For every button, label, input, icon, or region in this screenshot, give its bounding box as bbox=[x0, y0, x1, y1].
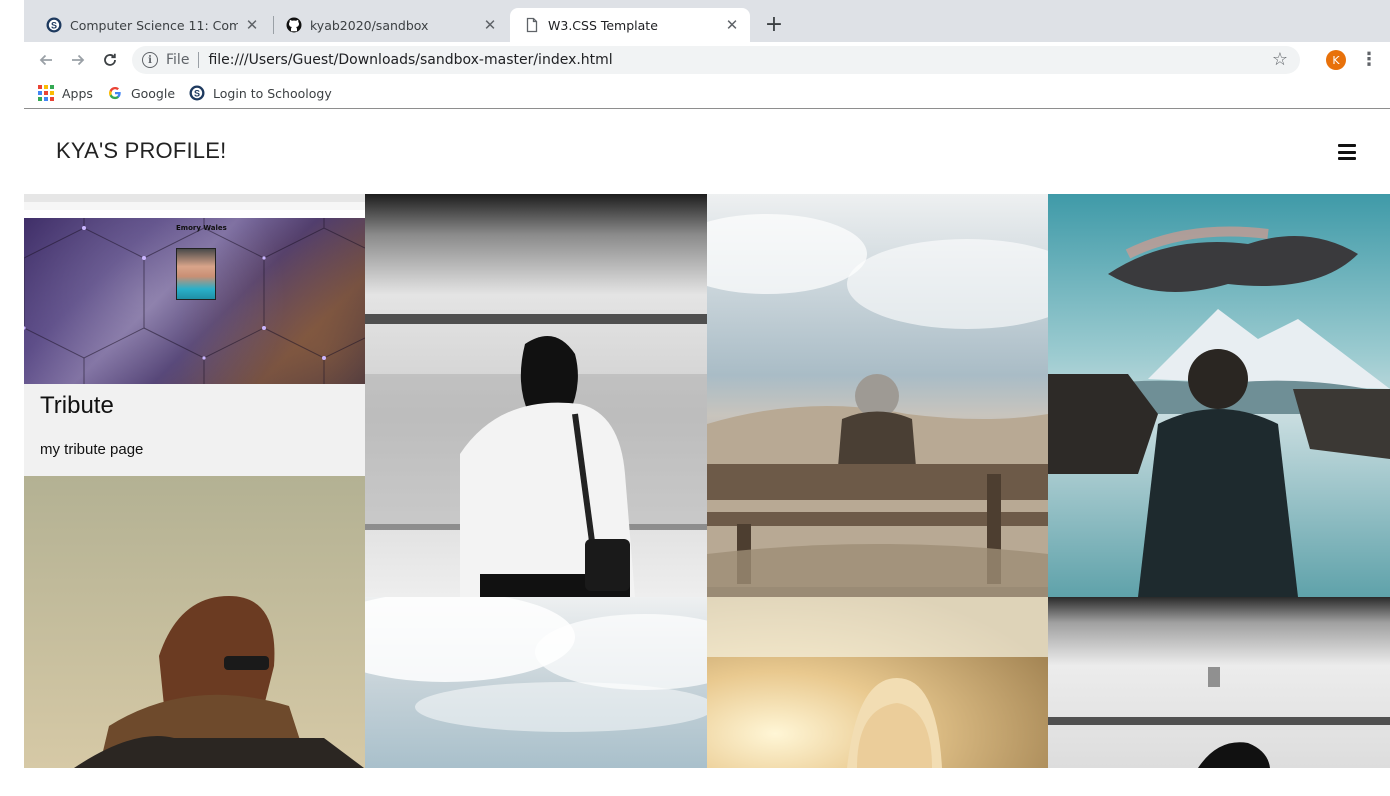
site-header: KYA'S PROFILE! bbox=[24, 109, 1390, 194]
back-button[interactable] bbox=[34, 48, 58, 72]
page-icon bbox=[524, 17, 540, 33]
schoology-icon: S bbox=[46, 17, 62, 33]
bookmarks-bar: Apps Google S Login to Schoology bbox=[24, 78, 1390, 109]
omnibox-divider bbox=[198, 52, 200, 68]
google-icon bbox=[107, 85, 123, 101]
bookmark-star-icon[interactable]: ☆ bbox=[1272, 49, 1288, 70]
profile-avatar[interactable]: K bbox=[1326, 50, 1346, 70]
close-icon[interactable]: ✕ bbox=[482, 16, 498, 34]
svg-text:S: S bbox=[194, 88, 200, 98]
info-icon[interactable]: i bbox=[142, 52, 158, 68]
close-icon[interactable]: ✕ bbox=[724, 16, 740, 34]
scheme-label: File bbox=[166, 52, 190, 68]
tab-github[interactable]: kyab2020/sandbox ✕ bbox=[272, 8, 508, 42]
tab-w3css-template[interactable]: W3.CSS Template ✕ bbox=[510, 8, 750, 42]
bookmark-label: Apps bbox=[62, 85, 93, 101]
reload-button[interactable] bbox=[98, 48, 122, 72]
apps-grid-icon bbox=[38, 85, 54, 101]
tab-title: kyab2020/sandbox bbox=[310, 17, 429, 33]
tab-strip: S Computer Science 11: Commun ✕ kyab2020… bbox=[24, 0, 1390, 42]
photo-woman-train-2[interactable] bbox=[1048, 597, 1390, 768]
tab-title: W3.CSS Template bbox=[548, 17, 658, 33]
site-title[interactable]: KYA'S PROFILE! bbox=[56, 138, 226, 164]
photo-man-scarf[interactable] bbox=[24, 476, 365, 768]
bookmark-label: Google bbox=[130, 85, 176, 101]
arrow-left-icon bbox=[39, 54, 52, 66]
new-tab-button[interactable]: + bbox=[762, 12, 786, 38]
svg-text:S: S bbox=[51, 20, 57, 30]
photo-woman-train[interactable] bbox=[365, 194, 707, 597]
reload-icon bbox=[104, 53, 116, 66]
schoology-icon: S bbox=[189, 85, 205, 101]
web-page: KYA'S PROFILE! Emory Wales Tribute my tr… bbox=[24, 109, 1390, 768]
forward-button[interactable] bbox=[66, 48, 90, 72]
bookmark-google[interactable]: Google bbox=[107, 85, 175, 101]
tribute-card[interactable]: Emory Wales Tribute my tribute page bbox=[24, 194, 365, 476]
arrow-right-icon bbox=[72, 54, 85, 66]
github-icon bbox=[286, 17, 302, 33]
thumbnail-heading: Emory Wales bbox=[176, 224, 227, 232]
more-menu-icon[interactable]: ⋮ bbox=[1360, 48, 1378, 72]
address-bar[interactable]: i File file:///Users/Guest/Downloads/san… bbox=[132, 46, 1300, 74]
bookmark-label: Login to Schoology bbox=[213, 85, 332, 101]
photo-man-mountains[interactable] bbox=[1048, 194, 1390, 597]
photo-grid: Emory Wales Tribute my tribute page bbox=[24, 194, 1390, 768]
hamburger-menu-icon[interactable] bbox=[1338, 144, 1356, 160]
photo-woman-sunlight[interactable] bbox=[707, 597, 1048, 768]
browser-toolbar: i File file:///Users/Guest/Downloads/san… bbox=[24, 42, 1390, 78]
thumbnail-portrait bbox=[176, 248, 216, 300]
photo-person-bench[interactable] bbox=[707, 194, 1048, 597]
bookmark-schoology[interactable]: S Login to Schoology bbox=[189, 85, 332, 101]
url-text[interactable]: file:///Users/Guest/Downloads/sandbox-ma… bbox=[208, 52, 612, 68]
bookmark-apps[interactable]: Apps bbox=[38, 85, 93, 101]
tab-computer-science[interactable]: S Computer Science 11: Commun ✕ bbox=[32, 8, 270, 42]
tribute-thumbnail[interactable]: Emory Wales bbox=[24, 194, 365, 384]
browser-window: S Computer Science 11: Commun ✕ kyab2020… bbox=[24, 0, 1390, 768]
card-title: Tribute bbox=[40, 392, 114, 419]
tab-title: Computer Science 11: Commun bbox=[70, 17, 238, 33]
photo-clouds[interactable] bbox=[365, 597, 707, 768]
card-description: my tribute page bbox=[40, 441, 144, 458]
close-icon[interactable]: ✕ bbox=[244, 16, 260, 34]
